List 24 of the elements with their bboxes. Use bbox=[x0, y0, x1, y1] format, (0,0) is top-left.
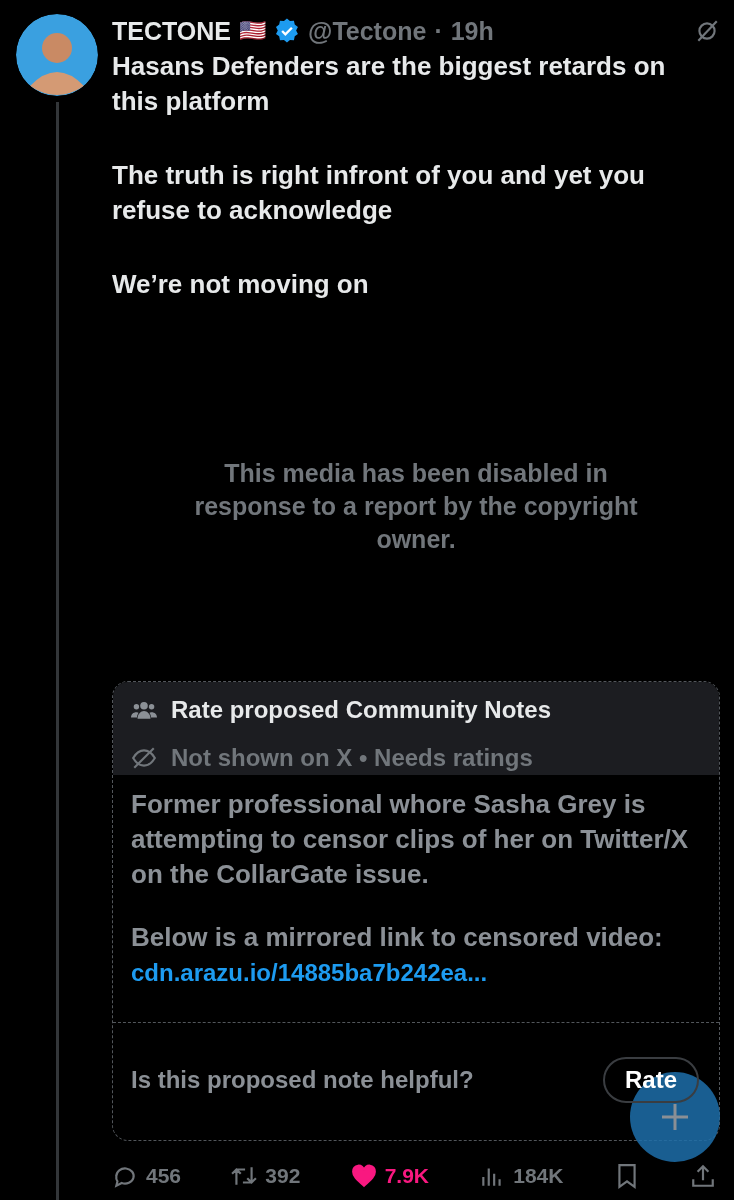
avatar[interactable] bbox=[16, 14, 98, 96]
flag-emoji: 🇺🇸 bbox=[239, 18, 266, 44]
plus-icon bbox=[660, 1102, 690, 1132]
separator-dot: · bbox=[434, 16, 443, 46]
author-handle[interactable]: @Tectone bbox=[308, 16, 427, 46]
note-text: Below is a mirrored link to censored video: bbox=[131, 921, 664, 954]
like-count: 7.9K bbox=[384, 1164, 429, 1188]
post-text: We’re not moving on bbox=[112, 268, 370, 301]
media-disabled-notice: This media has been disabled in response to a report by the copyright owner. bbox=[193, 457, 639, 555]
note-text: Former professional whore Sasha Grey is attempting to censor clips of her on Twitter/X on the CollarGate issue. bbox=[131, 788, 690, 891]
note-heading: Rate proposed Community Notes bbox=[171, 696, 552, 724]
note-status: Not shown on X • Needs ratings bbox=[171, 744, 533, 772]
post-text: Hasans Defenders are the biggest retards on this platform bbox=[112, 50, 667, 118]
reply-count: 456 bbox=[146, 1164, 182, 1188]
repost-count: 392 bbox=[265, 1164, 301, 1188]
post-time[interactable]: 19h bbox=[450, 16, 494, 46]
hidden-icon bbox=[131, 745, 157, 771]
post-text: The truth is right infront of you and yet you refuse to acknowledge bbox=[112, 159, 646, 227]
helpful-question: Is this proposed note helpful? bbox=[131, 1066, 474, 1094]
note-link[interactable]: cdn.arazu.io/14885ba7b242ea... bbox=[131, 955, 701, 990]
heart-icon[interactable] bbox=[350, 1163, 377, 1189]
share-icon[interactable] bbox=[690, 1163, 716, 1189]
view-count: 184K bbox=[513, 1164, 564, 1188]
author-name[interactable]: TECTONE bbox=[112, 16, 231, 46]
